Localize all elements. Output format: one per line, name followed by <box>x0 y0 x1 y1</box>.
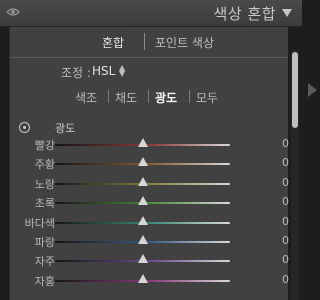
adjust-select[interactable]: HSL <box>92 64 115 78</box>
slider-thumb[interactable] <box>137 138 148 147</box>
slider-value[interactable]: 0 <box>269 234 289 247</box>
slider-row: 자주 0 <box>10 251 289 270</box>
mode-point-color-button[interactable]: 포인트 색상 <box>155 34 214 51</box>
target-adjust-icon[interactable] <box>19 122 30 133</box>
slider-label: 주황 <box>34 158 55 172</box>
slider-value[interactable]: 0 <box>269 215 289 228</box>
slider-row: 초록 0 <box>10 193 289 212</box>
slider-thumb[interactable] <box>137 215 148 225</box>
slider-thumb[interactable] <box>137 176 148 186</box>
tab-luminance[interactable]: 광도 <box>155 89 177 106</box>
slider-thumb[interactable] <box>137 196 148 206</box>
slider-row: 바다색 0 <box>10 213 289 232</box>
scrollbar-thumb[interactable] <box>292 52 298 128</box>
slider-value[interactable]: 0 <box>269 137 289 150</box>
section-label: 광도 <box>55 122 76 135</box>
slider-value[interactable]: 0 <box>269 273 289 286</box>
panel-header[interactable]: 색상 혼합 <box>0 0 302 27</box>
slider-value[interactable]: 0 <box>269 176 289 189</box>
slider-label: 빨강 <box>34 139 55 152</box>
tab-separator <box>108 90 109 103</box>
mode-bar: 혼합 포인트 색상 <box>10 27 288 58</box>
tab-saturation[interactable]: 채도 <box>115 89 137 106</box>
side-panel-expand-icon[interactable] <box>308 83 317 97</box>
tab-separator <box>148 90 149 103</box>
select-arrows-icon[interactable]: ▲ ▼ <box>119 64 125 78</box>
slider-value[interactable]: 0 <box>269 253 289 266</box>
slider-row: 파랑 0 <box>10 232 289 251</box>
panel-title: 색상 혼합 <box>213 5 276 23</box>
slider-row: 자홍 0 <box>10 271 289 290</box>
slider-label: 노랑 <box>34 177 55 191</box>
tab-separator <box>189 90 190 103</box>
color-mixer-panel: 혼합 포인트 색상 조정 : HSL ▲ ▼ 색조 채도 광도 모두 광도 빨강 0… <box>9 27 289 300</box>
slider-row: 빨강 0 <box>10 135 289 154</box>
slider-label: 자주 <box>34 255 55 269</box>
slider-value[interactable]: 0 <box>269 195 289 208</box>
slider-label: 자홍 <box>34 274 55 288</box>
slider-thumb[interactable] <box>137 157 148 167</box>
slider-row: 노랑 0 <box>10 174 289 193</box>
slider-label: 파랑 <box>34 236 55 249</box>
mode-separator <box>144 33 145 50</box>
adjust-label: 조정 : <box>61 66 91 80</box>
slider-label: 초록 <box>34 197 55 211</box>
tab-all[interactable]: 모두 <box>196 89 218 106</box>
slider-thumb[interactable] <box>137 254 148 264</box>
slider-value[interactable]: 0 <box>269 156 289 169</box>
collapse-triangle-icon[interactable] <box>282 9 292 17</box>
slider-thumb[interactable] <box>137 273 148 283</box>
visibility-eye-icon[interactable] <box>6 6 20 18</box>
tab-hue[interactable]: 색조 <box>75 89 97 106</box>
mode-mix-button[interactable]: 혼합 <box>102 34 124 51</box>
slider-label: 바다색 <box>24 216 55 230</box>
slider-row: 주황 0 <box>10 154 289 173</box>
slider-thumb[interactable] <box>137 235 148 244</box>
